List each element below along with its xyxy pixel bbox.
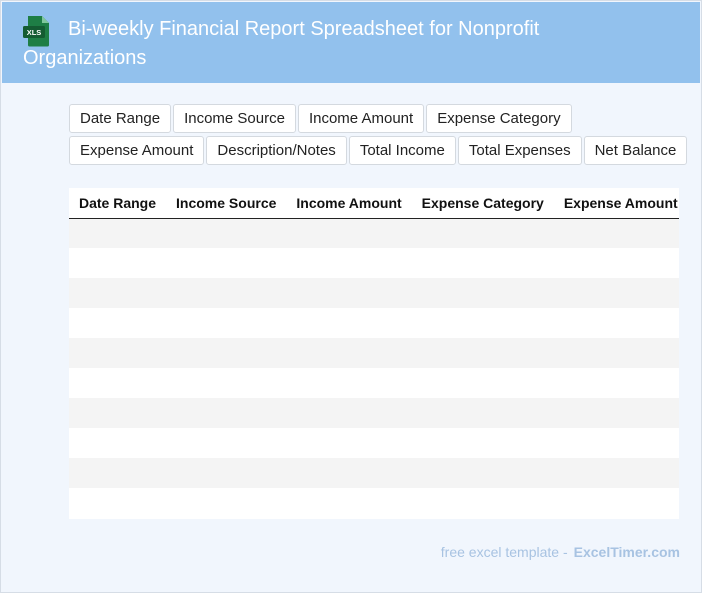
column-tag[interactable]: Expense Amount [69,136,205,165]
table-header-row: Date Range Income Source Income Amount Expe… [69,188,679,219]
table-cell[interactable] [553,218,679,248]
table-cell[interactable] [411,398,554,428]
table-cell[interactable] [166,458,287,488]
table-cell[interactable] [411,308,554,338]
table-cell[interactable] [69,428,167,458]
table-cell[interactable] [69,458,167,488]
table-cell[interactable] [411,278,554,308]
table-cell[interactable] [286,218,412,248]
column-header[interactable]: Expense Amount [553,188,679,219]
column-tag[interactable]: Total Income [348,136,456,165]
column-tag[interactable]: Income Amount [297,104,425,133]
table-cell[interactable] [286,488,412,518]
column-tags: Date Range Income Source Income Amount Expe… [69,104,699,168]
table-cell[interactable] [166,308,287,338]
column-tag[interactable]: Date Range [69,104,172,133]
table-cell[interactable] [166,488,287,518]
table-cell[interactable] [69,308,167,338]
column-tag[interactable]: Expense Category [426,104,572,133]
header-banner: XLS Bi-weekly Financial Report Spreadshe… [2,2,700,83]
table-cell[interactable] [69,338,167,368]
table-cell[interactable] [286,278,412,308]
table-cell[interactable] [553,428,679,458]
table-cell[interactable] [69,248,167,278]
table-cell[interactable] [553,248,679,278]
table-row [69,218,679,248]
table-row [69,368,679,398]
table-cell[interactable] [411,458,554,488]
table-cell[interactable] [286,428,412,458]
table-cell[interactable] [411,338,554,368]
page-frame: XLS Bi-weekly Financial Report Spreadshe… [0,0,702,593]
table-cell[interactable] [411,368,554,398]
table-body [69,218,679,518]
table-cell[interactable] [166,248,287,278]
column-header[interactable]: Date Range [69,188,167,219]
table-cell[interactable] [166,368,287,398]
table-row [69,488,679,518]
table-cell[interactable] [166,218,287,248]
table-cell[interactable] [69,488,167,518]
table-row [69,428,679,458]
table-cell[interactable] [553,338,679,368]
table-cell[interactable] [411,488,554,518]
column-tag[interactable]: Income Source [173,104,296,133]
footer-credit: free excel template - ExcelTimer.com [441,544,680,560]
table-cell[interactable] [286,458,412,488]
table-cell[interactable] [553,458,679,488]
page-title: Bi-weekly Financial Report Spreadsheet f… [23,18,540,69]
table-row [69,248,679,278]
table-cell[interactable] [166,278,287,308]
table-cell[interactable] [553,278,679,308]
table-row [69,338,679,368]
table-cell[interactable] [286,308,412,338]
table-cell[interactable] [166,398,287,428]
table-cell[interactable] [553,488,679,518]
table-cell[interactable] [553,398,679,428]
tag-row-1: Date Range Income Source Income Amount Expe… [69,104,699,133]
column-tag[interactable]: Description/Notes [206,136,347,165]
table-cell[interactable] [286,248,412,278]
column-tag[interactable]: Net Balance [583,136,688,165]
table-cell[interactable] [286,338,412,368]
column-tag[interactable]: Total Expenses [457,136,582,165]
table-cell[interactable] [69,278,167,308]
footer-prefix: free excel template - [440,544,568,560]
table-cell[interactable] [69,368,167,398]
table-row [69,278,679,308]
footer-brand-link[interactable]: ExcelTimer.com [574,544,680,560]
table-row [69,308,679,338]
table-cell[interactable] [286,398,412,428]
table-cell[interactable] [166,338,287,368]
table-cell[interactable] [411,248,554,278]
column-header[interactable]: Income Source [166,188,287,219]
table-row [69,458,679,488]
spreadsheet-table: Date Range Income Source Income Amount Expe… [69,188,679,518]
spreadsheet-table-container[interactable]: Date Range Income Source Income Amount Expe… [69,188,679,519]
table-cell[interactable] [553,308,679,338]
tag-row-2: Expense Amount Description/Notes Total Inc… [69,136,699,165]
table-cell[interactable] [69,398,167,428]
table-cell[interactable] [286,368,412,398]
table-cell[interactable] [411,218,554,248]
table-cell[interactable] [553,368,679,398]
column-header[interactable]: Income Amount [286,188,412,219]
table-cell[interactable] [166,428,287,458]
table-cell[interactable] [411,428,554,458]
table-cell[interactable] [69,218,167,248]
table-row [69,398,679,428]
column-header[interactable]: Expense Category [411,188,554,219]
